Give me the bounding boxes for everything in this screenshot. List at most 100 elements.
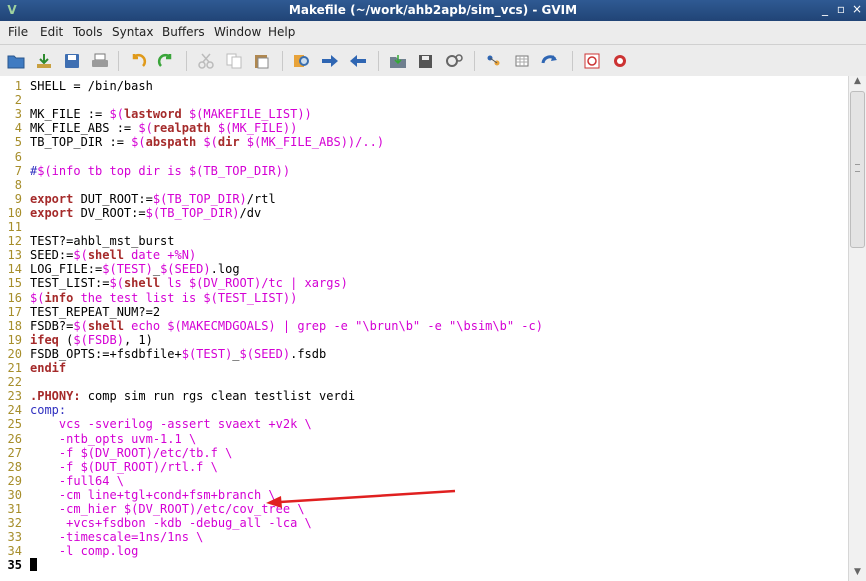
line-number: 11 [7, 220, 22, 234]
scroll-up-arrow-icon[interactable]: ▲ [849, 76, 866, 90]
vertical-scrollbar[interactable]: ▲ ▼ [848, 76, 866, 581]
cut-icon[interactable] [196, 51, 216, 71]
code-line[interactable]: 30 -cm line+tgl+cond+fsm+branch \ [0, 488, 848, 502]
open-file-icon[interactable] [6, 51, 26, 71]
code-token: FSDB_OPTS:=+fsdbfile+ [30, 346, 182, 361]
code-line[interactable]: 2 [0, 93, 848, 107]
save-icon[interactable] [34, 51, 54, 71]
code-line[interactable]: 17 TEST_REPEAT_NUM?=2 [0, 305, 848, 319]
code-line[interactable]: 5 TB_TOP_DIR := $(abspath $(dir $(MK_FILE… [0, 135, 848, 149]
save-all-icon[interactable] [62, 51, 82, 71]
menu-buffers[interactable]: Buffers [162, 25, 205, 39]
code-line[interactable]: 12 TEST?=ahbl_mst_burst [0, 234, 848, 248]
toolbar-separator [474, 51, 475, 71]
code-line[interactable]: 20 FSDB_OPTS:=+fsdbfile+$(TEST)_$(SEED).f… [0, 347, 848, 361]
code-token: the test list is $(TEST_LIST)) [73, 290, 298, 305]
menu-window[interactable]: Window [214, 25, 261, 39]
redo-icon[interactable] [156, 51, 176, 71]
code-token: TEST?=ahbl_mst_burst [30, 234, 175, 249]
code-line[interactable]: 1 SHELL = /bin/bash [0, 79, 848, 93]
code-line[interactable]: 33 -timescale=1ns/1ns \ [0, 530, 848, 544]
line-number: 16 [7, 290, 22, 305]
code-line[interactable]: 25 vcs -sverilog -assert svaext +v2k \ [0, 417, 848, 431]
code-line[interactable]: 10 export DV_ROOT:=$(TB_TOP_DIR)/dv [0, 206, 848, 220]
close-button[interactable]: × [850, 2, 864, 17]
code-token: .PHONY: [30, 389, 81, 404]
code-line[interactable]: 27 -f $(DV_ROOT)/etc/tb.f \ [0, 446, 848, 460]
paste-icon[interactable] [252, 51, 272, 71]
code-line[interactable]: 35 [0, 558, 848, 572]
code-line[interactable]: 6 [0, 150, 848, 164]
line-number: 9 [14, 191, 22, 206]
help-icon[interactable] [582, 51, 602, 71]
code-line[interactable]: 14 LOG_FILE:=$(TEST)_$(SEED).log [0, 262, 848, 276]
line-number: 8 [14, 177, 22, 192]
copy-icon[interactable] [224, 51, 244, 71]
menu-help[interactable]: Help [268, 25, 295, 39]
text-editor-area[interactable]: 1 SHELL = /bin/bash 2 3 MK_FILE := $(lastwor… [0, 76, 848, 581]
line-number: 21 [7, 361, 22, 375]
minimize-button[interactable]: _ [818, 2, 832, 17]
code-line[interactable]: 16 $(info the test list is $(TEST_LIST)) [0, 291, 848, 305]
scrollbar-thumb[interactable] [850, 91, 865, 248]
find-help-icon[interactable] [610, 51, 630, 71]
line-number: 27 [7, 445, 22, 460]
toolbar-separator [118, 51, 119, 71]
menu-tools[interactable]: Tools [73, 25, 103, 39]
code-token: _ [232, 346, 240, 361]
code-token: ifeq [30, 332, 59, 347]
code-line[interactable]: 26 -ntb_opts uvm-1.1 \ [0, 432, 848, 446]
line-number: 33 [7, 530, 22, 545]
code-line[interactable]: 3 MK_FILE := $(lastword $(MAKEFILE_LIST)) [0, 107, 848, 121]
code-token: $( [109, 107, 124, 122]
code-line[interactable]: 34 -l comp.log [0, 544, 848, 558]
code-token: /etc/tb.f \ [152, 445, 233, 460]
code-token: TB_TOP_DIR := [30, 135, 132, 150]
code-line[interactable]: 7 #$(info tb top dir is $(TB_TOP_DIR)) [0, 164, 848, 178]
line-number: 31 [7, 502, 22, 516]
tag-jump-icon[interactable] [540, 51, 560, 71]
code-line[interactable]: 28 -f $(DUT_ROOT)/rtl.f \ [0, 460, 848, 474]
code-line[interactable]: 18 FSDB?=$(shell echo $(MAKECMDGOALS) | g… [0, 319, 848, 333]
code-line[interactable]: 8 [0, 178, 848, 192]
code-line[interactable]: 19 ifeq ($(FSDB), 1) [0, 333, 848, 347]
line-number: 13 [7, 248, 22, 263]
line-number: 24 [7, 403, 22, 418]
code-line[interactable]: 24 comp: [0, 403, 848, 417]
undo-icon[interactable] [128, 51, 148, 71]
toolbar-separator [186, 51, 187, 71]
code-line[interactable]: 9 export DUT_ROOT:=$(TB_TOP_DIR)/rtl [0, 192, 848, 206]
code-token: -f [30, 459, 81, 474]
menu-syntax[interactable]: Syntax [112, 25, 153, 39]
make-icon[interactable] [484, 51, 504, 71]
run-script-icon[interactable] [444, 51, 464, 71]
line-number: 18 [7, 318, 22, 333]
code-line[interactable]: 31 -cm_hier $(DV_ROOT)/etc/cov_tree \ [0, 502, 848, 516]
scroll-down-arrow-icon[interactable]: ▼ [849, 567, 866, 581]
maximize-button[interactable]: ▫ [834, 2, 848, 17]
code-token: ls $(DV_ROOT)/tc | xargs) [160, 276, 348, 291]
find-prev-icon[interactable] [348, 51, 368, 71]
find-replace-icon[interactable] [292, 51, 312, 71]
code-token: TEST_REPEAT_NUM?=2 [30, 304, 161, 319]
code-token: FSDB?= [30, 318, 74, 333]
load-session-icon[interactable] [388, 51, 408, 71]
code-line[interactable]: 32 +vcs+fsdbon -kdb -debug_all -lca \ [0, 516, 848, 530]
save-session-icon[interactable] [416, 51, 436, 71]
menu-edit[interactable]: Edit [40, 25, 63, 39]
code-line[interactable]: 23 .PHONY: comp sim run rgs clean testlis… [0, 389, 848, 403]
find-next-icon[interactable] [320, 51, 340, 71]
code-token: info [44, 290, 74, 305]
code-line[interactable]: 21 endif [0, 361, 848, 375]
print-icon[interactable] [90, 51, 110, 71]
code-line[interactable]: 29 -full64 \ [0, 474, 848, 488]
code-line[interactable]: 15 TEST_LIST:=$(shell ls $(DV_ROOT)/tc | … [0, 276, 848, 290]
toolbar-separator [282, 51, 283, 71]
code-line[interactable]: 22 [0, 375, 848, 389]
shell-icon[interactable] [512, 51, 532, 71]
code-line[interactable]: 4 MK_FILE_ABS := $(realpath $(MK_FILE)) [0, 121, 848, 135]
code-token: echo $(MAKECMDGOALS) | grep -e "\brun\b"… [123, 318, 543, 333]
code-line[interactable]: 11 [0, 220, 848, 234]
code-line[interactable]: 13 SEED:=$(shell date +%N) [0, 248, 848, 262]
menu-file[interactable]: File [8, 25, 28, 39]
